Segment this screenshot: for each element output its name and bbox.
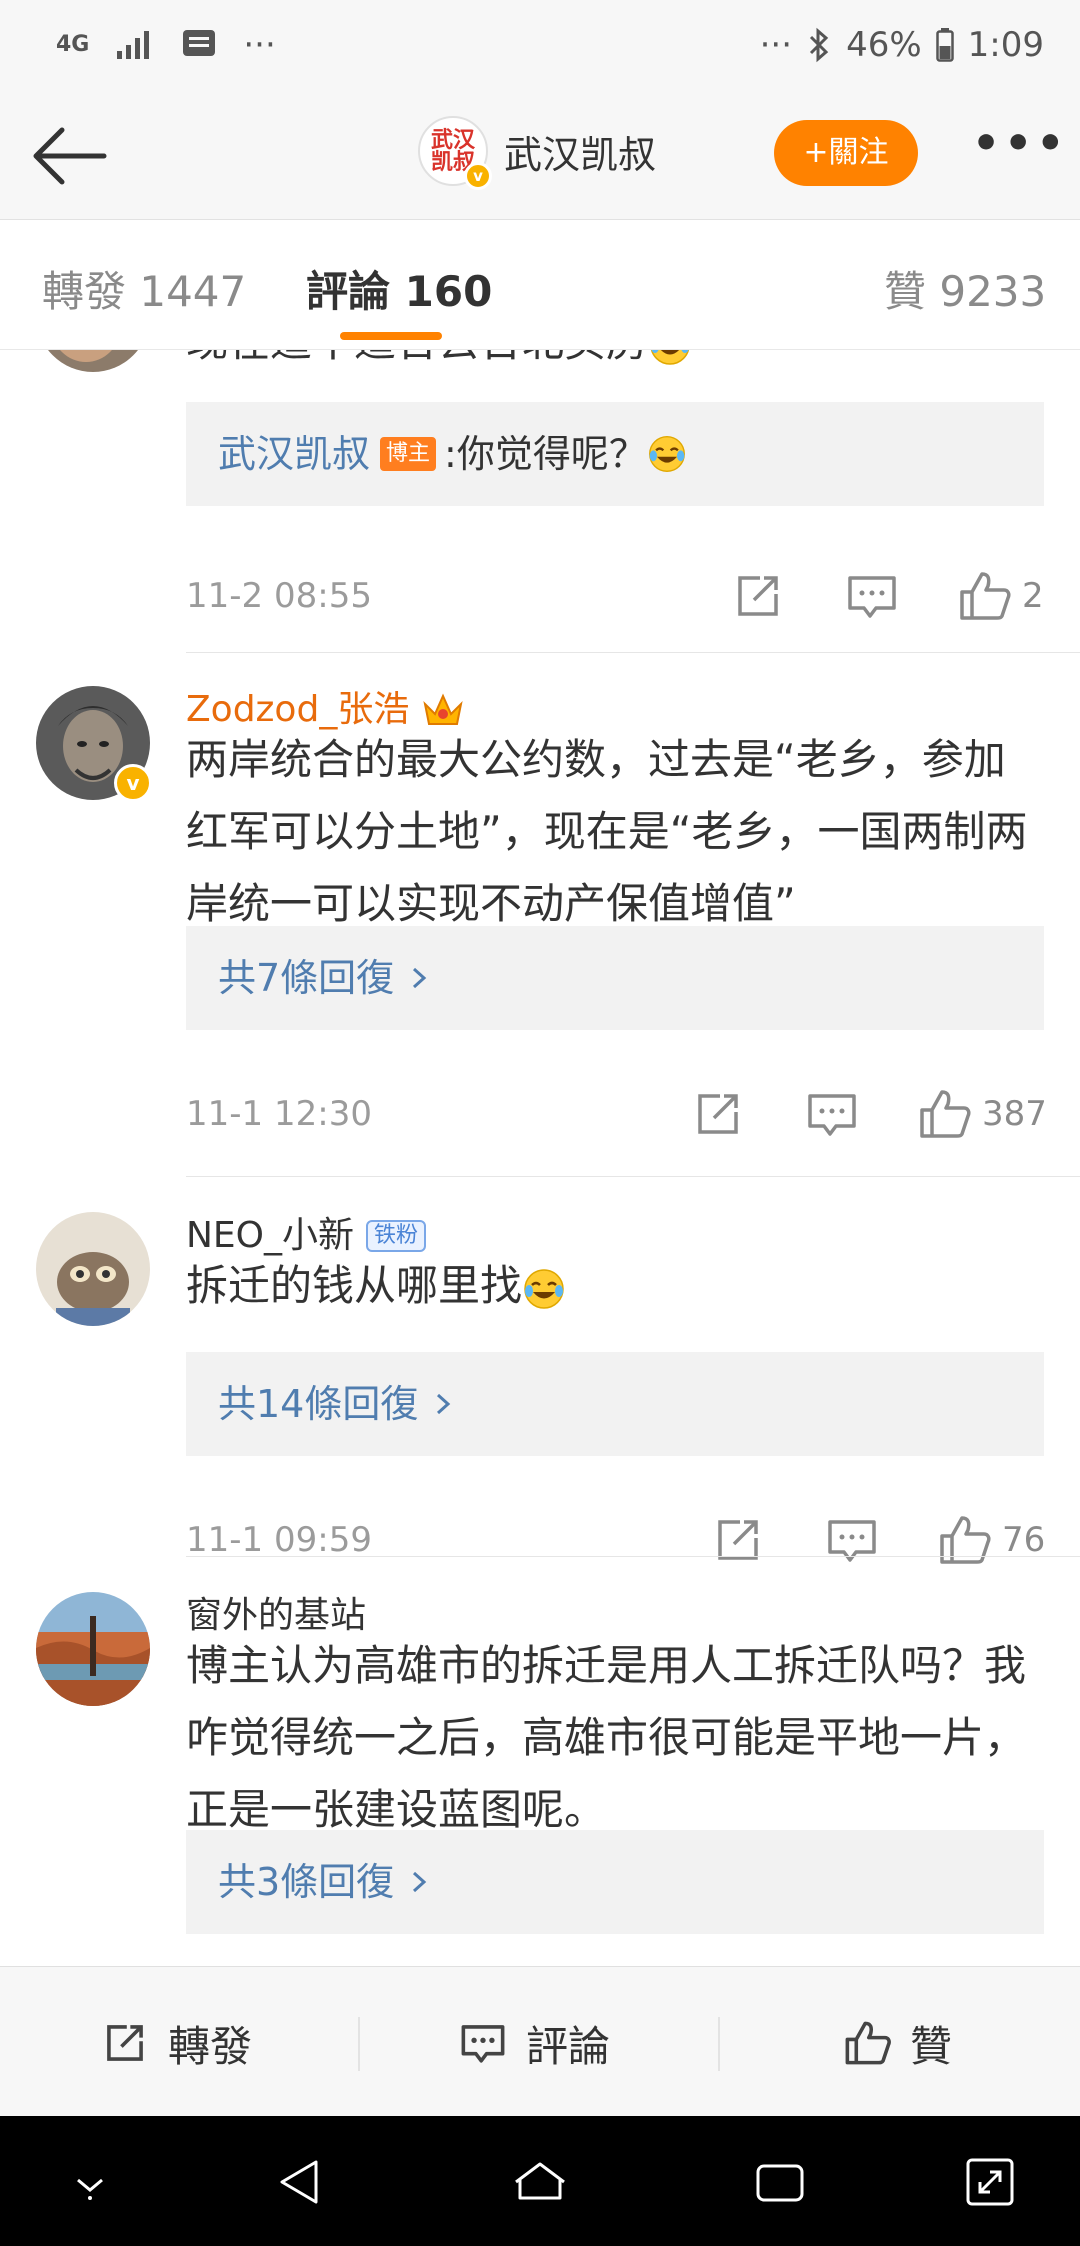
reply-author[interactable]: 武汉凯叔: [218, 426, 370, 482]
chevron-right-icon: [437, 1393, 451, 1415]
repost-label: 轉發: [168, 2021, 253, 2071]
author-info[interactable]: 武汉凯叔 v 武汉凯叔: [418, 116, 656, 190]
network-indicator: 4G: [56, 32, 90, 57]
thumbs-up-icon[interactable]: [936, 1512, 992, 1568]
comment-label: 評論: [526, 2021, 611, 2071]
fan-badge: 铁粉: [366, 1220, 427, 1252]
like-count: 2: [1022, 576, 1044, 616]
comment-text: 两岸统合的最大公约数，过去是“老乡，参加红军可以分土地”，现在是“老乡，一国两制…: [186, 735, 1028, 928]
replies-link-box[interactable]: 共3條回復: [186, 1830, 1044, 1934]
comment-divider: [186, 652, 1080, 653]
laughing-tears-emoji-icon: [651, 350, 689, 365]
bluetooth-icon: [810, 27, 829, 63]
view-replies-link[interactable]: 共14條回復: [218, 1376, 418, 1432]
avatar-image: [36, 1212, 150, 1326]
back-button[interactable]: [24, 112, 112, 200]
repost-button[interactable]: 轉發: [100, 2013, 252, 2073]
replies-link-box[interactable]: 共7條回復: [186, 926, 1044, 1030]
like-count: 387: [982, 1094, 1047, 1134]
view-replies-link[interactable]: 共3條回復: [218, 1854, 394, 1910]
signal-icon: [117, 31, 150, 59]
comment-item: v Zodzod_张浩 两岸统合的最大公约数，过去是“老乡，参加红军可以分土地”…: [0, 686, 1080, 1186]
notification-more: ···: [243, 25, 276, 65]
battery-icon: [935, 28, 954, 62]
comment-icon[interactable]: [824, 1512, 880, 1568]
active-tab-indicator: [340, 332, 442, 340]
laughing-tears-emoji-icon: [648, 436, 685, 472]
arrow-left-icon: [33, 127, 107, 185]
comment-time: 11-1 12:30: [186, 1094, 372, 1134]
status-bar: 4G ··· ··· 46% 1:09: [0, 0, 1080, 92]
repost-icon[interactable]: [690, 1086, 746, 1142]
comment-divider: [186, 1176, 1080, 1177]
comment-meta: 11-1 09:59 76: [186, 1512, 1046, 1572]
comment-icon[interactable]: [844, 568, 900, 624]
message-icon: [183, 30, 216, 56]
blogger-reply-box[interactable]: 武汉凯叔 博主 :你觉得呢？: [186, 402, 1044, 506]
comment-meta: 11-1 12:30 387: [186, 1086, 1047, 1146]
avatar-image: [36, 1592, 150, 1706]
like-button[interactable]: 贊: [842, 2013, 952, 2073]
reply-text: :你觉得呢？: [444, 432, 647, 476]
comment-divider: [186, 1556, 1080, 1557]
clock: 1:09: [967, 25, 1044, 65]
thumbs-up-icon: [845, 2021, 891, 2065]
comment-item: NEO_小新 铁粉 拆迁的钱从哪里找 共14條回復 11-1 09:59 76: [0, 1212, 1080, 1612]
blogger-badge: 博主: [380, 437, 437, 471]
separator: [358, 2017, 360, 2071]
tab-likes[interactable]: 贊 9233: [884, 258, 1046, 319]
chevron-right-icon: [413, 1871, 427, 1893]
back-triangle-icon[interactable]: [270, 2152, 330, 2212]
commenter-avatar[interactable]: [36, 1592, 150, 1706]
comment-text: 拆迁的钱从哪里找: [186, 1250, 1046, 1322]
commenter-avatar[interactable]: [36, 350, 150, 372]
view-replies-link[interactable]: 共7條回復: [218, 950, 394, 1006]
author-name[interactable]: 武汉凯叔: [504, 124, 656, 179]
tab-repost[interactable]: 轉發 1447: [42, 258, 246, 319]
comment-icon[interactable]: [804, 1086, 860, 1142]
comment-list[interactable]: 现在适不适合去台北买房 武汉凯叔 博主 :你觉得呢？ 11-2 08:55 2: [0, 350, 1080, 1966]
comment-meta: 11-2 08:55 2: [186, 568, 1044, 628]
comment-text: 现在适不适合去台北买房: [186, 350, 1046, 378]
nav-bar: 武汉凯叔 v 武汉凯叔 +關注 •••: [0, 92, 1080, 220]
thumbs-up-icon[interactable]: [956, 568, 1012, 624]
chevron-right-icon: [413, 967, 427, 989]
repost-icon: [107, 2025, 143, 2061]
tab-comments[interactable]: 評論 160: [306, 258, 492, 319]
avatar-image: [36, 350, 150, 372]
expand-icon[interactable]: [960, 2152, 1020, 2212]
recent-apps-icon[interactable]: [750, 2152, 810, 2212]
tab-bar: 轉發 1447 評論 160 贊 9233: [0, 220, 1080, 350]
comment-icon: [461, 2025, 505, 2063]
repost-icon[interactable]: [730, 568, 786, 624]
home-icon[interactable]: [510, 2152, 570, 2212]
repost-icon[interactable]: [710, 1512, 766, 1568]
like-label: 贊: [910, 2021, 953, 2071]
status-more: ···: [759, 25, 793, 65]
verified-badge-icon: v: [114, 764, 152, 802]
more-options-button[interactable]: •••: [972, 122, 1064, 184]
chevron-down-icon[interactable]: [60, 2152, 120, 2212]
system-navigation-bar: [0, 2116, 1080, 2246]
laughing-tears-emoji-icon: [524, 1268, 564, 1309]
battery-percent: 46%: [846, 25, 922, 65]
like-count: 76: [1002, 1520, 1046, 1560]
separator: [718, 2017, 720, 2071]
thumbs-up-icon[interactable]: [916, 1086, 972, 1142]
comment-time: 11-2 08:55: [186, 576, 372, 616]
comment-button[interactable]: 評論: [458, 2013, 610, 2073]
commenter-avatar[interactable]: [36, 1212, 150, 1326]
bottom-action-bar: 轉發 評論 贊: [0, 1966, 1080, 2116]
verified-badge-icon: v: [464, 162, 492, 190]
follow-button[interactable]: +關注: [774, 120, 918, 186]
comment-text: 博主认为高雄市的拆迁是用人工拆迁队吗？我咋觉得统一之后，高雄市很可能是平地一片，…: [186, 1641, 1027, 1834]
comment-time: 11-1 09:59: [186, 1520, 372, 1560]
replies-link-box[interactable]: 共14條回復: [186, 1352, 1044, 1456]
comment-item: 窗外的基站 博主认为高雄市的拆迁是用人工拆迁队吗？我咋觉得统一之后，高雄市很可能…: [0, 1592, 1080, 1966]
author-avatar[interactable]: 武汉凯叔 v: [418, 116, 492, 190]
